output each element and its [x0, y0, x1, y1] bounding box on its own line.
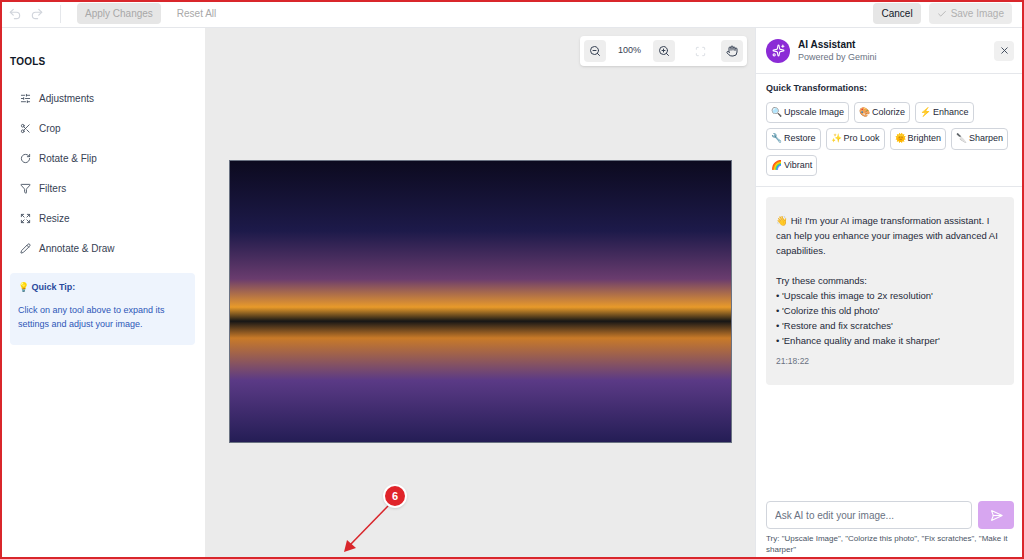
assistant-header: AI AssistantPowered by Gemini — [756, 28, 1024, 74]
hand-icon — [726, 45, 738, 57]
chip-icon: ✨ — [831, 132, 842, 146]
toolbar-button[interactable]: Save Image — [929, 3, 1012, 24]
chip-icon: ⚡ — [920, 106, 931, 120]
transformation-chip[interactable]: ✨Pro Look — [826, 128, 885, 150]
transformation-chip[interactable]: 🔍Upscale Image — [766, 102, 849, 124]
transformation-chip[interactable]: 🌈Vibrant — [766, 155, 817, 177]
chip-icon: 🔪 — [956, 132, 967, 146]
transformation-chip[interactable]: ⚡Enhance — [915, 102, 974, 124]
assistant-title: AI Assistant — [798, 38, 986, 51]
zoom-toolbar: 100% — [580, 36, 747, 66]
assistant-subtitle: Powered by Gemini — [798, 51, 986, 63]
message-time: 21:18:22 — [776, 354, 1004, 369]
sidebar-item[interactable]: Resize — [10, 203, 195, 233]
sidebar-item[interactable]: Rotate & Flip — [10, 143, 195, 173]
transformation-chip[interactable]: 🎨Colorize — [854, 102, 910, 124]
separator — [60, 5, 61, 23]
chat-area: 👋 Hi! I'm your AI image transformation a… — [756, 187, 1024, 495]
undo-icon — [8, 7, 22, 21]
command-example: • 'Restore and fix scratches' — [776, 318, 1004, 333]
quick-tip: 💡 Quick Tip:Click on any tool above to e… — [10, 273, 195, 345]
fit-icon — [695, 46, 706, 57]
sliders-icon — [20, 93, 31, 104]
sidebar-title: TOOLS — [10, 54, 195, 69]
zoom-level: 100% — [610, 44, 649, 58]
chip-icon: 🔧 — [771, 132, 782, 146]
input-hint: Try: "Upscale Image", "Colorize this pho… — [766, 533, 1014, 555]
transformation-chip[interactable]: 🌞Brighten — [890, 128, 947, 150]
scissors-icon — [20, 123, 31, 134]
sidebar-item[interactable]: Adjustments — [10, 83, 195, 113]
zoom-in-button[interactable] — [653, 40, 675, 62]
sidebar-item[interactable]: Crop — [10, 113, 195, 143]
annotation-badge: 6 — [383, 484, 407, 508]
sidebar-item[interactable]: Annotate & Draw — [10, 233, 195, 263]
sidebar-item[interactable]: Filters — [10, 173, 195, 203]
edited-image[interactable] — [229, 160, 732, 443]
zoom-out-icon — [589, 45, 601, 57]
tools-sidebar: TOOLS AdjustmentsCropRotate & FlipFilters… — [0, 28, 205, 559]
close-icon — [999, 45, 1010, 56]
assistant-logo-icon — [766, 39, 790, 63]
transformation-chip[interactable]: 🔪Sharpen — [951, 128, 1008, 150]
top-bar: Apply Changes Reset All Cancel Save Image — [0, 0, 1024, 28]
canvas-area: 100% — [205, 28, 755, 559]
toolbar-button[interactable]: Reset All — [169, 3, 224, 24]
rotate-icon — [20, 153, 31, 164]
toolbar-button[interactable]: Cancel — [873, 3, 920, 24]
command-example: • 'Enhance quality and make it sharper' — [776, 333, 1004, 348]
undo-button[interactable] — [8, 7, 22, 21]
chip-icon: 🔍 — [771, 106, 782, 120]
pencil-icon — [20, 243, 31, 254]
expand-icon — [20, 213, 31, 224]
chat-input-area: Try: "Upscale Image", "Colorize this pho… — [756, 495, 1024, 559]
command-example: • 'Colorize this old photo' — [776, 303, 1004, 318]
ai-assistant-panel: AI AssistantPowered by GeminiQuick Trans… — [755, 28, 1024, 559]
send-button[interactable] — [978, 501, 1014, 529]
chat-input[interactable] — [766, 501, 972, 529]
zoom-out-button[interactable] — [584, 40, 606, 62]
check-icon — [937, 9, 947, 19]
command-example: • 'Upscale this image to 2x resolution' — [776, 288, 1004, 303]
zoom-in-icon — [658, 45, 670, 57]
send-icon — [990, 509, 1003, 522]
pan-button[interactable] — [721, 40, 743, 62]
image-editor: Apply Changes Reset All Cancel Save Image TO… — [0, 0, 1024, 559]
toolbar-button[interactable]: Apply Changes — [77, 3, 161, 24]
chip-icon: 🎨 — [859, 106, 870, 120]
assistant-message: 👋 Hi! I'm your AI image transformation a… — [766, 197, 1014, 385]
annotation-arrow-icon — [0, 0, 1024, 559]
close-button[interactable] — [994, 41, 1014, 61]
annotation-frame — [0, 0, 1024, 559]
chip-icon: 🌈 — [771, 159, 782, 173]
redo-button[interactable] — [30, 7, 44, 21]
transformation-chip[interactable]: 🔧Restore — [766, 128, 821, 150]
filter-icon — [20, 183, 31, 194]
chip-icon: 🌞 — [895, 132, 906, 146]
bulb-icon: 💡 — [18, 282, 29, 292]
quick-transformations: Quick Transformations:🔍Upscale Image🎨Col… — [756, 74, 1024, 187]
fit-button[interactable] — [689, 40, 711, 62]
redo-icon — [30, 7, 44, 21]
